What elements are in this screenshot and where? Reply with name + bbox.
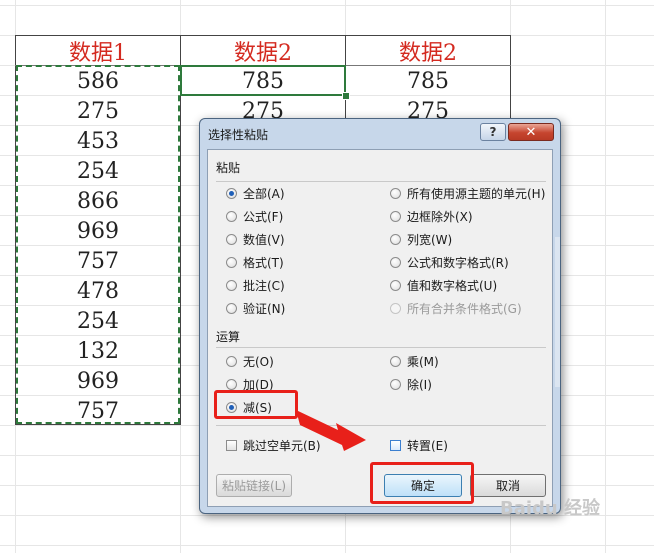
arrow-icon	[296, 410, 366, 451]
watermark: Baidu 经验	[500, 498, 601, 519]
annotation-arrow	[296, 410, 366, 451]
